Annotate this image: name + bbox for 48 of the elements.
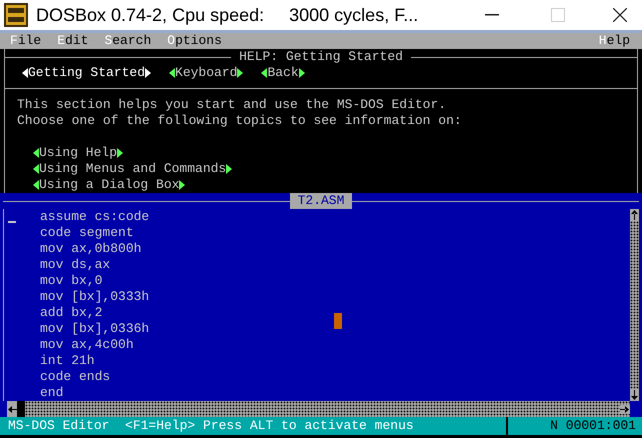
right-triangle-icon (179, 180, 186, 190)
code-line: mov ax,4c00h (40, 337, 134, 353)
cursor-position: N 00001:001 (550, 418, 637, 434)
code-line: mov ds,ax (40, 257, 110, 273)
app-icon (4, 3, 28, 27)
menu-item[interactable]: Edit (49, 33, 96, 49)
code-line: code segment (40, 225, 134, 241)
menu-item[interactable]: Search (96, 33, 160, 49)
code-line: mov [bx],0333h (40, 289, 150, 305)
code-line: mov [bx],0336h (40, 321, 150, 337)
menu-item[interactable]: Help (590, 33, 638, 49)
down-arrow-icon[interactable] (630, 389, 639, 401)
status-message: MS-DOS Editor <F1=Help> Press ALT to activate menus (7, 418, 414, 434)
code-line: code ends (40, 369, 110, 385)
help-link[interactable]: Keyboard (169, 65, 244, 81)
text-cursor (8, 221, 16, 223)
mouse-cursor (334, 313, 342, 329)
help-topic-link[interactable]: Using a Dialog Box (33, 177, 186, 193)
code-line: mov bx,0 (40, 273, 102, 289)
left-triangle-icon (22, 68, 28, 78)
right-triangle-icon (237, 68, 244, 78)
scroll-thumb[interactable] (17, 401, 25, 417)
left-arrow-icon[interactable] (7, 404, 17, 414)
help-text: Choose one of the following topics to see information on: (16, 113, 463, 129)
menu-item[interactable]: Options (159, 33, 230, 49)
code-line: mov ax,0b800h (40, 241, 142, 257)
help-title: HELP: Getting Started (238, 49, 404, 65)
close-icon[interactable] (613, 8, 627, 22)
right-triangle-icon (117, 148, 124, 158)
help-topic-link[interactable]: Using Help (33, 145, 124, 161)
code-line: assume cs:code (40, 209, 150, 225)
code-line: add bx,2 (40, 305, 102, 321)
help-link[interactable]: Back (261, 65, 305, 81)
window-title: DOSBox 0.74-2, Cpu speed: 3000 cycles, F... (36, 4, 418, 27)
right-triangle-icon (226, 164, 232, 174)
left-triangle-icon (261, 68, 268, 78)
help-text: This section helps you start and use the MS-DOS Editor. (16, 97, 448, 113)
code-line: end (40, 385, 64, 401)
right-triangle-icon (298, 68, 305, 78)
help-link[interactable]: Getting Started (22, 65, 152, 81)
help-topic-link[interactable]: Using Menus and Commands (33, 161, 232, 177)
minimize-icon[interactable] (485, 14, 499, 16)
up-arrow-icon[interactable] (630, 209, 639, 221)
menu-item[interactable]: File (2, 33, 50, 49)
right-triangle-icon (145, 68, 152, 78)
left-triangle-icon (169, 68, 176, 78)
right-arrow-icon[interactable] (620, 404, 630, 414)
code-line: int 21h (40, 353, 95, 369)
